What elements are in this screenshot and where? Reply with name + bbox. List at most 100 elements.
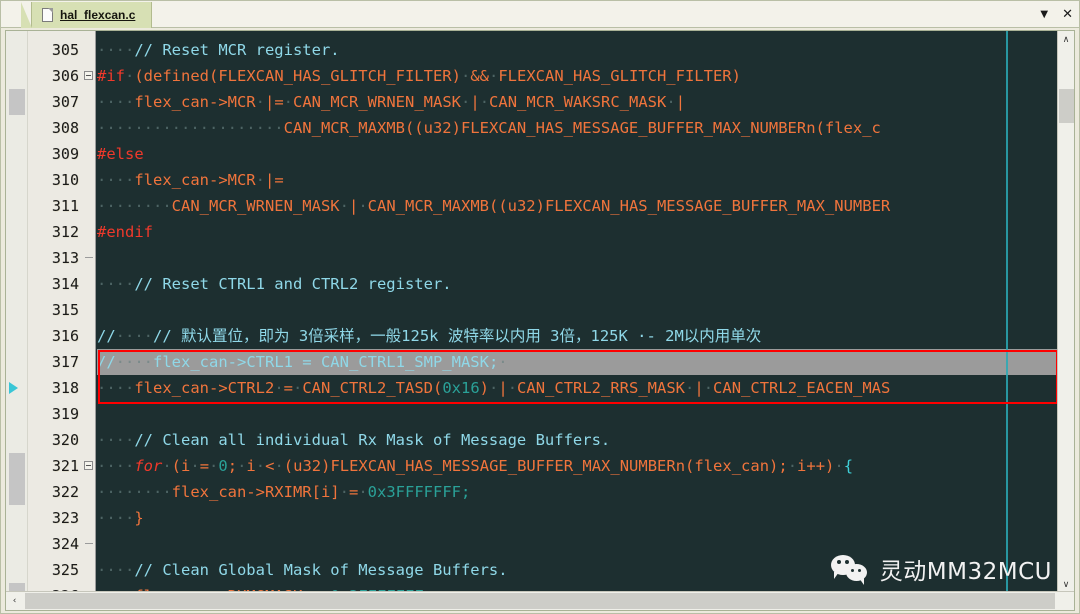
code-line[interactable] — [97, 297, 1059, 323]
code-line[interactable] — [97, 245, 1059, 271]
line-number: 321 — [51, 457, 79, 475]
line-number-gutter[interactable]: 305 306 307 308 309 310 311 312 313 314 315 316 317 3… — [28, 31, 96, 605]
horizontal-scroll-thumb[interactable] — [25, 593, 1055, 609]
code-token-dot: · — [358, 197, 368, 215]
code-line[interactable]: ····flex_can->CTRL2·=·CAN_CTRL2_TASD(0x1… — [97, 375, 1059, 401]
code-token-punc: | — [694, 379, 704, 397]
fold-line-icon — [85, 257, 93, 258]
vertical-scroll-thumb[interactable] — [1059, 89, 1074, 123]
code-line[interactable]: ····// Reset MCR register. — [97, 37, 1059, 63]
code-token-id: && — [470, 67, 489, 85]
change-marker — [9, 89, 25, 115]
code-line[interactable]: #endif — [97, 219, 1059, 245]
code-token-id: CAN_MCR_MAXMB((u32)FLEXCAN_HAS_MESSAGE_B… — [367, 197, 891, 215]
code-token-dot: ···· — [97, 93, 135, 111]
code-token-cmt: // Reset MCR register. — [134, 41, 340, 59]
code-token-dot: · — [479, 93, 490, 111]
code-token-dot: · — [460, 67, 471, 85]
code-token-dot: · — [488, 67, 499, 85]
code-token-dot: · — [209, 457, 219, 475]
code-token-id: FLEXCAN_HAS_GLITCH_FILTER) — [498, 67, 741, 85]
code-token-id: i++) — [797, 457, 835, 475]
fold-toggle-icon[interactable] — [84, 461, 93, 470]
line-number: 320 — [51, 431, 79, 449]
fold-line-icon — [85, 543, 93, 544]
code-line[interactable] — [97, 531, 1059, 557]
code-line[interactable]: ····// Clean all individual Rx Mask of M… — [97, 427, 1059, 453]
execution-marker-icon[interactable] — [9, 382, 18, 394]
code-token-dot: · — [274, 379, 284, 397]
vertical-scrollbar[interactable]: ∧ ∨ — [1057, 31, 1074, 593]
close-icon[interactable]: ✕ — [1062, 8, 1073, 21]
code-token-dot: · — [255, 93, 265, 111]
scroll-up-icon[interactable]: ∧ — [1058, 31, 1074, 48]
code-line[interactable]: //····flex_can->CTRL1 = CAN_CTRL1_SMP_MA… — [97, 349, 1059, 375]
code-token-id: flex_can->MCR — [134, 93, 256, 111]
code-token-punc: } — [134, 509, 144, 527]
line-number: 319 — [51, 405, 79, 423]
line-number: 313 — [51, 249, 79, 267]
code-token-kw: for — [134, 457, 163, 475]
code-area[interactable]: ····// Reset MCR register. #if·(defined(F… — [97, 31, 1059, 593]
chevron-down-icon[interactable]: ▼ — [1040, 9, 1048, 20]
code-line[interactable]: ········flex_can->RXIMR[i]·=·0x3FFFFFFF; — [97, 479, 1059, 505]
line-number: 312 — [51, 223, 79, 241]
tab-hal-flexcan-c[interactable]: hal_flexcan.c — [20, 2, 153, 28]
code-token-cmt: // — [97, 327, 116, 345]
line-number: 317 — [51, 353, 79, 371]
code-line[interactable]: ····················CAN_MCR_MAXMB((u32)F… — [97, 115, 1059, 141]
code-line[interactable]: ····// Clean Global Mask of Message Buff… — [97, 557, 1059, 583]
code-token-pre: #if — [97, 67, 125, 85]
tab-bar: hal_flexcan.c ▼ ✕ — [1, 1, 1079, 28]
code-token-dot: · — [274, 457, 284, 475]
code-token-punc: | — [675, 93, 686, 111]
code-token-id: flex_can->RXIMR[i] — [171, 483, 340, 501]
code-token-num: ; — [461, 483, 471, 501]
code-token-id: CAN_CTRL2_RRS_MASK — [517, 379, 686, 397]
code-token-dot: ···· — [97, 431, 135, 449]
code-token-dot: ···· — [115, 327, 153, 345]
code-token-dot: · — [125, 67, 135, 85]
change-marker — [9, 453, 25, 479]
line-number: 324 — [51, 535, 79, 553]
code-line[interactable]: #if·(defined(FLEXCAN_HAS_GLITCH_FILTER)·… — [97, 63, 1059, 89]
line-number: 323 — [51, 509, 79, 527]
line-number: 325 — [51, 561, 79, 579]
code-token-dot: ···· — [97, 171, 135, 189]
scroll-left-icon[interactable]: ‹ — [6, 592, 23, 610]
code-token-dot: · — [489, 379, 499, 397]
code-token-dot: · — [283, 93, 294, 111]
code-line[interactable]: ····flex_can->MCR·|=·CAN_MCR_WRNEN_MASK·… — [97, 89, 1059, 115]
code-line[interactable]: ····// Reset CTRL1 and CTRL2 register. — [97, 271, 1059, 297]
horizontal-scrollbar[interactable]: ‹ — [6, 591, 1074, 610]
line-number: 307 — [51, 93, 79, 111]
code-token-dot: ···· — [97, 509, 135, 527]
code-token-dot: · — [834, 457, 844, 475]
code-line[interactable]: ····flex_can->MCR·|= — [97, 167, 1059, 193]
code-token-id: CAN_MCR_WAKSRC_MASK — [489, 93, 667, 111]
code-token-id: ) — [479, 379, 489, 397]
code-token-dot: · — [703, 379, 714, 397]
code-token-dot: ···· — [97, 275, 135, 293]
code-line[interactable]: ····for·(i·=·0;·i·<·(u32)FLEXCAN_HAS_MES… — [97, 453, 1059, 479]
code-token-num: 0 — [218, 457, 228, 475]
code-token-dot: ···· — [97, 379, 135, 397]
code-line[interactable]: ········CAN_MCR_WRNEN_MASK·|·CAN_MCR_MAX… — [97, 193, 1059, 219]
code-token-dot: · — [339, 197, 349, 215]
line-number: 308 — [51, 119, 79, 137]
line-number: 314 — [51, 275, 79, 293]
code-line[interactable]: //····// 默认置位，即为 3倍采样，一般125k 波特率以内用 3倍，1… — [97, 323, 1059, 349]
column-guide-line — [1006, 31, 1008, 593]
code-token-punc: = — [283, 379, 293, 397]
code-token-dot: · — [162, 457, 172, 475]
code-token-id: (u32)FLEXCAN_HAS_MESSAGE_BUFFER_MAX_NUMB… — [283, 457, 788, 475]
code-token-punc: | — [498, 379, 508, 397]
line-number: 306 — [51, 67, 79, 85]
code-line[interactable]: #else — [97, 141, 1059, 167]
code-token-id: flex_can->MCR — [134, 171, 256, 189]
code-token-dot: · — [461, 93, 471, 111]
code-token-id: CAN_MCR_MAXMB((u32)FLEXCAN_HAS_MESSAGE_B… — [283, 119, 881, 137]
code-line[interactable] — [97, 401, 1059, 427]
code-line[interactable]: ····} — [97, 505, 1059, 531]
fold-toggle-icon[interactable] — [84, 71, 93, 80]
